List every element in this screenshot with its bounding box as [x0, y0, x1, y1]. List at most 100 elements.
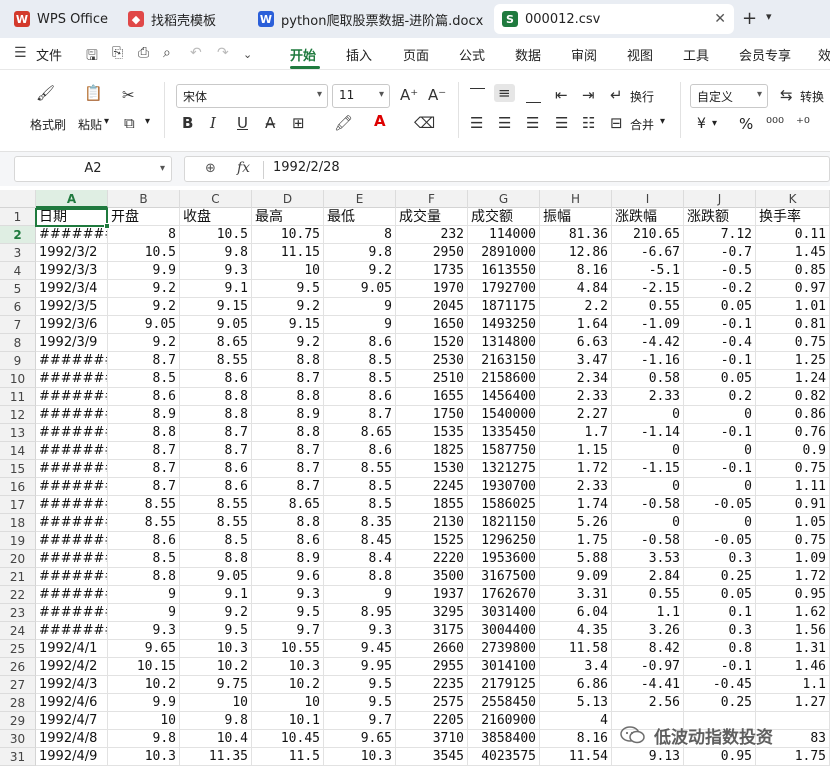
- row-header[interactable]: 27: [0, 676, 36, 694]
- column-header-e[interactable]: E: [324, 190, 396, 208]
- cell-c10[interactable]: 8.6: [180, 370, 252, 388]
- align-bottom-icon[interactable]: ⎽: [526, 86, 541, 104]
- cell-i8[interactable]: -4.42: [612, 334, 684, 352]
- row-header[interactable]: 1: [0, 208, 36, 226]
- cell-c24[interactable]: 9.5: [180, 622, 252, 640]
- cell-g12[interactable]: 1540000: [468, 406, 540, 424]
- menu-efficiency[interactable]: 效: [818, 45, 830, 64]
- align-left-icon[interactable]: ☰: [470, 114, 483, 132]
- cell-e15[interactable]: 8.55: [324, 460, 396, 478]
- cell-d9[interactable]: 8.8: [252, 352, 324, 370]
- cell-j18[interactable]: 0: [684, 514, 756, 532]
- cell-i4[interactable]: -5.1: [612, 262, 684, 280]
- tab-csv-file[interactable]: S 000012.csv ✕: [494, 4, 734, 34]
- cell-f10[interactable]: 2510: [396, 370, 468, 388]
- increase-font-icon[interactable]: A⁺: [400, 86, 418, 104]
- cell-d26[interactable]: 10.3: [252, 658, 324, 676]
- underline-icon[interactable]: U: [237, 114, 248, 132]
- cell-h24[interactable]: 4.35: [540, 622, 612, 640]
- cell-e18[interactable]: 8.35: [324, 514, 396, 532]
- column-header-k[interactable]: K: [756, 190, 830, 208]
- cell-h30[interactable]: 8.16: [540, 730, 612, 748]
- cell-i24[interactable]: 3.26: [612, 622, 684, 640]
- cell-e9[interactable]: 8.5: [324, 352, 396, 370]
- cell-d7[interactable]: 9.15: [252, 316, 324, 334]
- cell-k6[interactable]: 1.01: [756, 298, 830, 316]
- wrap-text-icon[interactable]: ↵: [610, 86, 623, 104]
- cell-i7[interactable]: -1.09: [612, 316, 684, 334]
- font-size-select[interactable]: 11 ▾: [332, 84, 390, 108]
- cell-k3[interactable]: 1.45: [756, 244, 830, 262]
- cell-h1[interactable]: 振幅: [540, 208, 612, 226]
- cell-a30[interactable]: 1992/4/8: [36, 730, 108, 748]
- thousands-separator-icon[interactable]: ⁰⁰⁰: [766, 114, 784, 132]
- cell-g30[interactable]: 3858400: [468, 730, 540, 748]
- cell-e24[interactable]: 9.3: [324, 622, 396, 640]
- wrap-text-button[interactable]: 换行: [630, 88, 654, 105]
- cell-j9[interactable]: -0.1: [684, 352, 756, 370]
- cell-j1[interactable]: 涨跌额: [684, 208, 756, 226]
- cell-h25[interactable]: 11.58: [540, 640, 612, 658]
- row-header[interactable]: 17: [0, 496, 36, 514]
- cell-c18[interactable]: 8.55: [180, 514, 252, 532]
- currency-button[interactable]: ¥: [697, 116, 706, 132]
- cell-a20[interactable]: ########: [36, 550, 108, 568]
- merge-cells-button[interactable]: 合并: [630, 116, 654, 133]
- cell-i17[interactable]: -0.58: [612, 496, 684, 514]
- cell-k28[interactable]: 1.27: [756, 694, 830, 712]
- cell-c17[interactable]: 8.55: [180, 496, 252, 514]
- cell-g31[interactable]: 4023575: [468, 748, 540, 766]
- cell-b7[interactable]: 9.05: [108, 316, 180, 334]
- cell-k16[interactable]: 1.11: [756, 478, 830, 496]
- cell-h13[interactable]: 1.7: [540, 424, 612, 442]
- cell-a31[interactable]: 1992/4/9: [36, 748, 108, 766]
- cell-j23[interactable]: 0.1: [684, 604, 756, 622]
- cell-k22[interactable]: 0.95: [756, 586, 830, 604]
- cell-e8[interactable]: 8.6: [324, 334, 396, 352]
- increase-indent-icon[interactable]: ⇥: [582, 86, 595, 104]
- cell-f22[interactable]: 1937: [396, 586, 468, 604]
- cell-b1[interactable]: 开盘: [108, 208, 180, 226]
- cell-k15[interactable]: 0.75: [756, 460, 830, 478]
- quick-access-dropdown-icon[interactable]: ⌄: [243, 48, 252, 61]
- font-color-icon[interactable]: A: [374, 112, 386, 130]
- column-header-d[interactable]: D: [252, 190, 324, 208]
- cell-k4[interactable]: 0.85: [756, 262, 830, 280]
- cell-j19[interactable]: -0.05: [684, 532, 756, 550]
- cell-i11[interactable]: 2.33: [612, 388, 684, 406]
- cell-d11[interactable]: 8.8: [252, 388, 324, 406]
- cell-d23[interactable]: 9.5: [252, 604, 324, 622]
- cell-f17[interactable]: 1855: [396, 496, 468, 514]
- cell-i5[interactable]: -2.15: [612, 280, 684, 298]
- cell-b27[interactable]: 10.2: [108, 676, 180, 694]
- cell-f27[interactable]: 2235: [396, 676, 468, 694]
- cell-c22[interactable]: 9.1: [180, 586, 252, 604]
- cell-k9[interactable]: 1.25: [756, 352, 830, 370]
- chevron-down-icon[interactable]: ▾: [766, 10, 772, 23]
- row-header[interactable]: 2: [0, 226, 36, 244]
- row-header[interactable]: 4: [0, 262, 36, 280]
- cell-b8[interactable]: 9.2: [108, 334, 180, 352]
- cell-g9[interactable]: 2163150: [468, 352, 540, 370]
- cell-c14[interactable]: 8.7: [180, 442, 252, 460]
- select-all-corner[interactable]: [0, 190, 36, 208]
- cell-f5[interactable]: 1970: [396, 280, 468, 298]
- menu-data[interactable]: 数据: [515, 45, 541, 64]
- column-header-a[interactable]: A: [36, 190, 108, 208]
- cell-k31[interactable]: 1.75: [756, 748, 830, 766]
- cell-a22[interactable]: ########: [36, 586, 108, 604]
- merge-dropdown-icon[interactable]: ▾: [660, 116, 665, 127]
- cell-i16[interactable]: 0: [612, 478, 684, 496]
- cell-g22[interactable]: 1762670: [468, 586, 540, 604]
- cell-e23[interactable]: 8.95: [324, 604, 396, 622]
- cell-g20[interactable]: 1953600: [468, 550, 540, 568]
- cell-i27[interactable]: -4.41: [612, 676, 684, 694]
- convert-button[interactable]: 转换: [800, 88, 824, 105]
- cell-a27[interactable]: 1992/4/3: [36, 676, 108, 694]
- cell-g23[interactable]: 3031400: [468, 604, 540, 622]
- cell-a16[interactable]: ########: [36, 478, 108, 496]
- cell-g3[interactable]: 2891000: [468, 244, 540, 262]
- cell-i6[interactable]: 0.55: [612, 298, 684, 316]
- cell-k24[interactable]: 1.56: [756, 622, 830, 640]
- cell-h9[interactable]: 3.47: [540, 352, 612, 370]
